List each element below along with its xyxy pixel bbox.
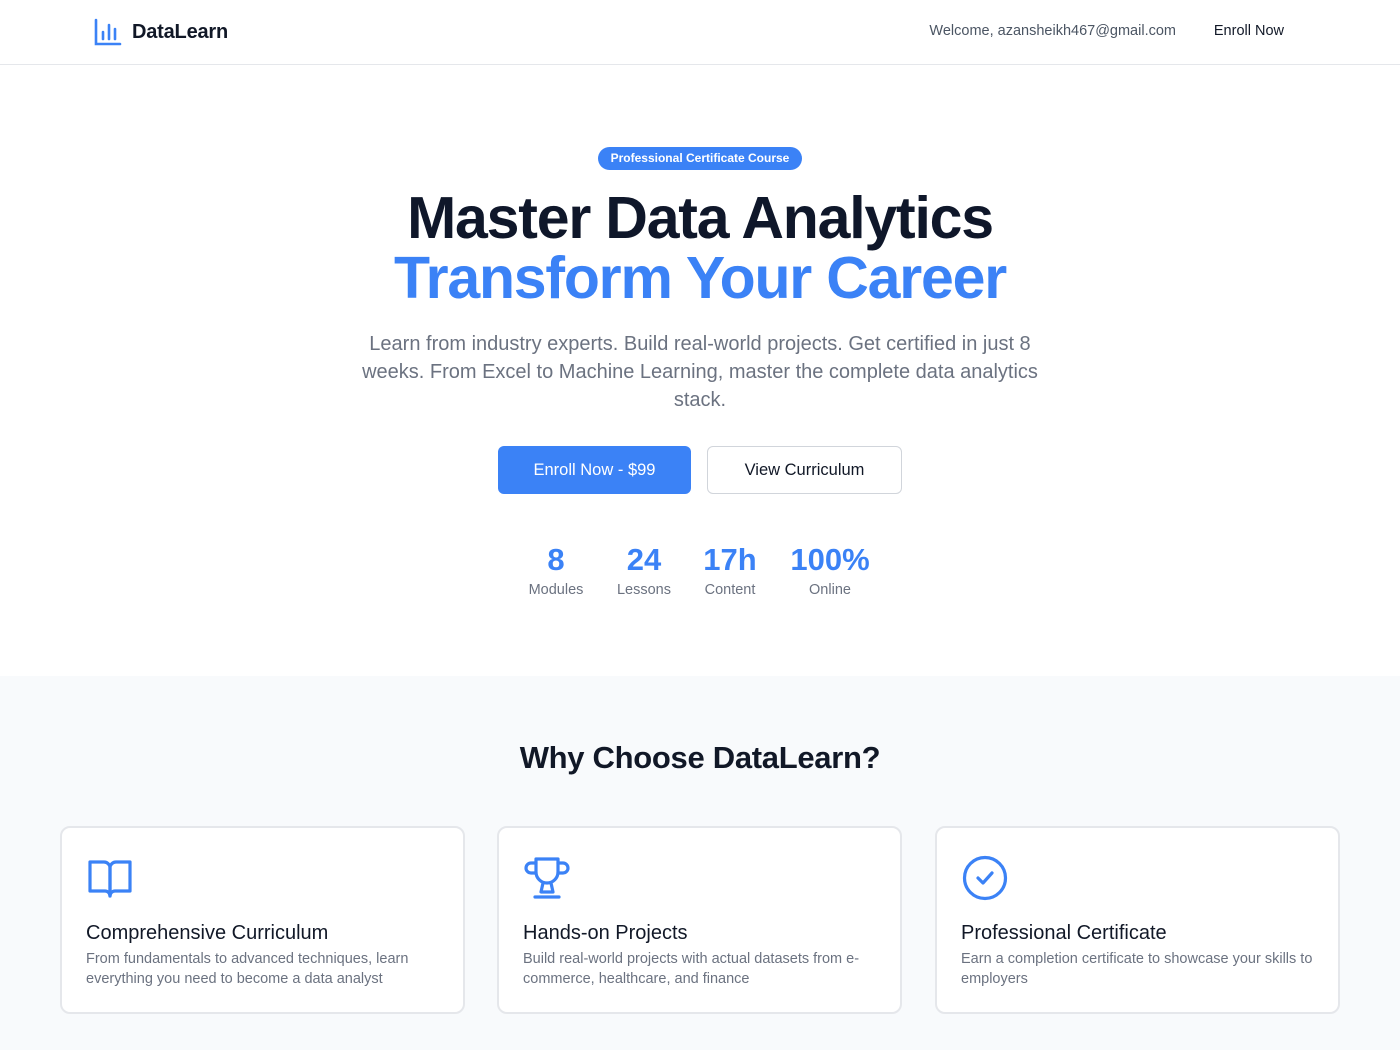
card-description: From fundamentals to advanced techniques… xyxy=(86,951,409,987)
welcome-text: Welcome, azansheikh467@gmail.com xyxy=(929,23,1176,39)
top-nav: DataLearn Welcome, azansheikh467@gmail.c… xyxy=(0,0,1400,65)
card-title: Hands-on Projects xyxy=(523,922,688,944)
stat-label: Modules xyxy=(528,582,584,598)
enroll-now-button[interactable]: Enroll Now - $99 xyxy=(498,446,691,494)
card-title: Professional Certificate xyxy=(961,922,1167,944)
course-badge: Professional Certificate Course xyxy=(598,147,802,170)
check-circle-icon xyxy=(962,855,1008,901)
brand-logo[interactable]: DataLearn xyxy=(93,17,228,47)
card-description: Earn a completion certificate to showcas… xyxy=(961,951,1313,987)
hero-description: Learn from industry experts. Build real-… xyxy=(362,333,1038,411)
stat-modules: 8 Modules xyxy=(516,540,596,598)
view-curriculum-button[interactable]: View Curriculum xyxy=(707,446,902,494)
stat-label: Content xyxy=(704,582,756,598)
stat-label: Lessons xyxy=(616,582,671,598)
stat-value: 24 xyxy=(626,542,662,577)
book-icon xyxy=(88,860,132,898)
stat-label: Online xyxy=(809,582,851,598)
hero-title: Master Data Analytics xyxy=(407,185,994,251)
trophy-icon xyxy=(524,857,570,899)
stat-online: 100% Online xyxy=(780,540,880,598)
hero-subtitle: Transform Your Career xyxy=(393,245,1007,311)
stat-value: 17h xyxy=(703,542,757,577)
features-heading: Why Choose DataLearn? xyxy=(519,740,881,775)
feature-card-certificate: Professional Certificate Earn a completi… xyxy=(935,826,1340,1014)
feature-card-projects: Hands-on Projects Build real-world proje… xyxy=(497,826,902,1014)
stat-content: 17h Content xyxy=(690,540,770,598)
stat-value: 100% xyxy=(790,542,870,577)
stat-value: 8 xyxy=(547,542,565,577)
card-title: Comprehensive Curriculum xyxy=(86,922,329,944)
feature-card-curriculum: Comprehensive Curriculum From fundamenta… xyxy=(60,826,465,1014)
bar-chart-icon xyxy=(94,18,122,46)
card-description: Build real-world projects with actual da… xyxy=(523,951,860,987)
stat-lessons: 24 Lessons xyxy=(604,540,684,598)
nav-enroll-link[interactable]: Enroll Now xyxy=(1214,23,1284,39)
brand-name: DataLearn xyxy=(132,20,229,43)
